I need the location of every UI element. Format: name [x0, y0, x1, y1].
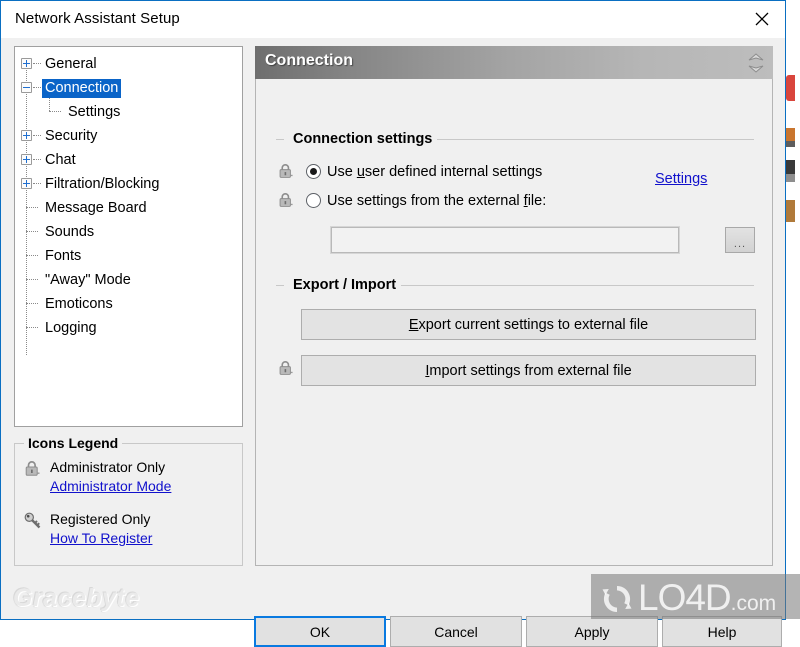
help-button[interactable]: Help [662, 616, 782, 647]
tree-item-label: Settings [68, 104, 121, 120]
tree-item-label: Message Board [45, 200, 147, 216]
option-external-label: Use settings from the external file: [327, 192, 547, 209]
ellipsis-icon: ... [733, 238, 747, 250]
tree-connector [26, 279, 38, 280]
settings-pane: Connection Connection settings Use user … [255, 46, 773, 566]
tree-item-label: "Away" Mode [45, 272, 131, 288]
padlock-icon [25, 461, 40, 476]
tree-item-label: Sounds [45, 224, 95, 240]
pane-header: Connection [255, 46, 773, 79]
radio-use-internal-settings[interactable] [306, 164, 321, 179]
tree-item-away-mode[interactable]: "Away" Mode [15, 267, 242, 291]
legend-registered-text: Registered Only [50, 511, 151, 527]
browse-file-button[interactable]: ... [725, 227, 755, 253]
connection-settings-group: Connection settings [276, 131, 754, 151]
chevron-up-down-icon [748, 52, 764, 73]
apply-button[interactable]: Apply [526, 616, 658, 647]
title-bar: Network Assistant Setup [1, 1, 785, 38]
padlock-icon [279, 164, 293, 178]
import-settings-label: Import settings from external file [425, 362, 632, 379]
tree-item-label: Chat [45, 152, 76, 168]
icons-legend-group: Icons Legend Administrator Only Administ… [14, 435, 243, 566]
tree-connector [26, 231, 38, 232]
tree-connector [26, 255, 38, 256]
tree-item-logging[interactable]: Logging [15, 315, 242, 339]
tree-connector [33, 159, 41, 160]
export-import-group: Export / Import [276, 277, 754, 297]
tree-item-security[interactable]: Security [15, 123, 242, 147]
connection-settings-title: Connection settings [288, 131, 438, 147]
option-internal-label: Use user defined internal settings [327, 163, 543, 180]
tree-connector [26, 207, 38, 208]
expand-icon[interactable] [21, 178, 32, 189]
vendor-branding: Gracebyte [13, 584, 140, 612]
tree-item-label: Filtration/Blocking [45, 176, 160, 192]
group-rule-left [276, 139, 284, 140]
expand-icon[interactable] [21, 58, 32, 69]
pane-title: Connection [265, 52, 353, 69]
setup-dialog-window: Network Assistant Setup General Connecti… [0, 0, 786, 647]
group-rule [426, 139, 754, 140]
settings-link[interactable]: Settings [655, 171, 707, 187]
close-icon [755, 12, 769, 26]
expand-icon[interactable] [21, 154, 32, 165]
tree-item-connection[interactable]: Connection [15, 75, 242, 99]
export-settings-label: Export current settings to external file [408, 316, 649, 333]
tree-item-label: Emoticons [45, 296, 113, 312]
tree-connector [33, 135, 41, 136]
tree-item-general[interactable]: General [15, 51, 242, 75]
export-settings-button[interactable]: Export current settings to external file [301, 309, 756, 340]
tree-item-filtration-blocking[interactable]: Filtration/Blocking [15, 171, 242, 195]
tree-connector [33, 63, 41, 64]
tree-item-sounds[interactable]: Sounds [15, 219, 242, 243]
tree-item-label: General [45, 56, 97, 72]
legend-admin-text: Administrator Only [50, 459, 166, 475]
settings-tree[interactable]: General Connection Settings Security Cha… [14, 46, 243, 427]
legend-admin-link[interactable]: Administrator Mode [50, 478, 171, 494]
tree-item-emoticons[interactable]: Emoticons [15, 291, 242, 315]
option-internal-row[interactable]: Use user defined internal settings [278, 163, 542, 180]
collapse-icon[interactable] [21, 82, 32, 93]
key-icon [24, 512, 41, 529]
padlock-icon [279, 193, 293, 207]
pane-spinner-button[interactable] [743, 49, 769, 76]
tree-connector [33, 87, 41, 88]
ok-button[interactable]: OK [254, 616, 386, 647]
dialog-client-area: General Connection Settings Security Cha… [1, 38, 785, 647]
tree-item-settings[interactable]: Settings [15, 99, 242, 123]
close-button[interactable] [739, 1, 785, 37]
tree-connector [26, 303, 38, 304]
tree-item-message-board[interactable]: Message Board [15, 195, 242, 219]
import-settings-button[interactable]: Import settings from external file [301, 355, 756, 386]
export-import-title: Export / Import [288, 277, 402, 293]
tree-connector [33, 183, 41, 184]
pane-body: Connection settings Use user defined int… [255, 79, 773, 566]
tree-item-label: Logging [45, 320, 97, 336]
padlock-icon [279, 361, 293, 375]
option-external-row[interactable]: Use settings from the external file: [278, 192, 546, 209]
legend-title: Icons Legend [24, 435, 123, 451]
group-rule [401, 285, 754, 286]
tree-item-chat[interactable]: Chat [15, 147, 242, 171]
external-file-path-input[interactable] [330, 226, 680, 254]
tree-connector [26, 327, 38, 328]
cancel-button[interactable]: Cancel [390, 616, 522, 647]
tree-connector [49, 111, 61, 112]
tree-item-label: Security [45, 128, 98, 144]
expand-icon[interactable] [21, 130, 32, 141]
tree-item-label: Connection [42, 79, 122, 98]
tree-item-label: Fonts [45, 248, 82, 264]
radio-use-external-file[interactable] [306, 193, 321, 208]
group-rule-left [276, 285, 284, 286]
background-right-margin [795, 0, 800, 626]
window-title: Network Assistant Setup [15, 10, 180, 27]
tree-item-fonts[interactable]: Fonts [15, 243, 242, 267]
legend-registered-link[interactable]: How To Register [50, 530, 152, 546]
